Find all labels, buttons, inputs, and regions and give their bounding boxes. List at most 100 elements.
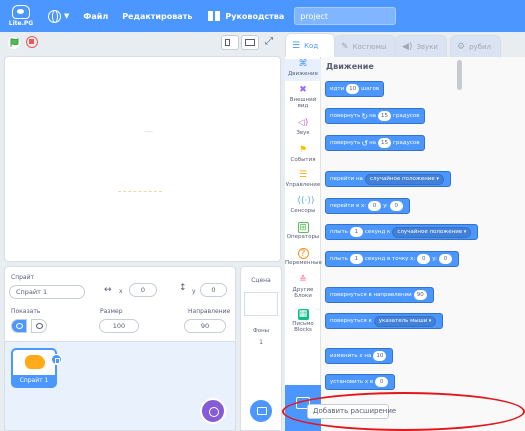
x-input[interactable]: 0 [129, 283, 157, 297]
direction-input[interactable]: 90 [184, 319, 226, 333]
backdrops-label: Фоны [252, 328, 270, 334]
show-sprite-button[interactable] [11, 319, 27, 333]
category-pen[interactable]: ▦ Письмо Blocks [285, 309, 321, 333]
stop-button[interactable] [26, 36, 38, 48]
add-sprite-button[interactable] [200, 398, 226, 424]
sprite-name-input[interactable]: Спрайт 1 [9, 285, 85, 299]
large-stage-button[interactable] [241, 35, 259, 50]
small-stage-button[interactable] [221, 35, 239, 50]
category-sound[interactable]: ◁) Звук [285, 118, 321, 136]
category-label: Сенсоры [290, 208, 316, 214]
block-dropdown[interactable]: случайное положение [364, 173, 444, 185]
y-arrows-icon: ↕ [179, 283, 187, 293]
variables-icon: ? [297, 248, 309, 259]
category-variables[interactable]: ? Переменные [285, 248, 322, 266]
block-change-x[interactable]: изменить x на 10 [325, 348, 394, 364]
tab-extra[interactable]: ⚙ рубил [450, 35, 501, 57]
rotate-left-icon: ↺ [361, 138, 369, 148]
block-text: повернуть [330, 140, 361, 146]
block-text: перейти в x: [330, 203, 367, 209]
pen-icon: ▦ [297, 309, 309, 320]
eye-off-icon [36, 323, 43, 329]
language-menu[interactable]: ▼ [48, 9, 69, 23]
block-goto-xy[interactable]: перейти в x: 0 y: 0 [325, 198, 410, 214]
sprite-tile[interactable]: Спрайт 1 [11, 348, 62, 388]
block-input[interactable]: 10 [346, 84, 360, 94]
block-turn-right[interactable]: повернуть ↻ на 15 градусов [325, 108, 425, 124]
block-input[interactable]: 90 [413, 290, 427, 300]
block-input[interactable]: 0 [368, 201, 382, 211]
category-operators[interactable]: ⊞ Операторы [285, 222, 321, 240]
y-input[interactable]: 0 [200, 283, 227, 297]
block-text: y: [432, 256, 437, 262]
block-input[interactable]: 1 [349, 227, 363, 237]
sprite-label: Спрайт [11, 274, 34, 281]
block-input[interactable]: 1 [349, 254, 363, 264]
block-point-towards[interactable]: повернуться к указатель мыши [325, 313, 444, 329]
block-input[interactable]: 10 [373, 351, 387, 361]
project-title-input[interactable] [294, 7, 397, 25]
category-label: Внешний вид [289, 97, 317, 109]
menu-file[interactable]: Файл [83, 12, 108, 21]
menu-tutorials[interactable]: Руководства [208, 11, 284, 21]
block-set-x[interactable]: установить x в 0 [325, 374, 396, 390]
category-label: Операторы [286, 234, 320, 240]
fullscreen-button[interactable]: ⤢ [262, 35, 280, 50]
tab-costumes[interactable]: ✎ Костюмы [334, 35, 396, 57]
stage-pane-title: Сцена [251, 277, 271, 284]
block-dropdown[interactable]: указатель мыши [373, 315, 437, 327]
sensing-icon: ((·)) [297, 196, 315, 206]
block-input[interactable]: 0 [417, 254, 431, 264]
tab-code-label: Код [304, 41, 319, 50]
app-logo[interactable]: Lite.PG [6, 0, 36, 32]
block-text: y: [383, 203, 388, 209]
speaker-icon: ◀) [402, 41, 413, 52]
tab-extra-label: рубил [469, 42, 492, 51]
small-stage-icon [225, 39, 230, 46]
category-sensing[interactable]: ((·)) Сенсоры [285, 196, 321, 214]
stage-canvas[interactable] [4, 56, 281, 262]
block-input[interactable]: 15 [378, 138, 392, 148]
block-glide-xy[interactable]: плыть 1 секунд в точку x: 0 y: 0 [325, 251, 459, 267]
operators-icon: ⊞ [297, 222, 309, 233]
sprite-shadow [145, 128, 153, 132]
block-goto[interactable]: перейти на случайное положение [325, 171, 451, 187]
block-point-direction[interactable]: повернуться в направлении 90 [325, 287, 434, 303]
category-events[interactable]: ⚑ События [285, 145, 321, 163]
block-text: перейти на [330, 176, 363, 182]
sound-icon: ◁) [297, 118, 309, 128]
tab-sounds[interactable]: ◀) Звуки [395, 35, 447, 57]
sprite-on-stage[interactable] [118, 178, 162, 192]
block-input[interactable]: 0 [375, 377, 389, 387]
size-input[interactable]: 100 [99, 319, 139, 333]
add-backdrop-button[interactable] [248, 398, 274, 424]
y-label: y [192, 288, 196, 295]
green-flag-icon[interactable] [8, 37, 20, 49]
block-text: шагов [361, 86, 380, 92]
block-glide[interactable]: плыть 1 секунд к случайное положение [325, 224, 479, 240]
category-my-blocks[interactable]: ≙ Другие Блоки [285, 275, 321, 299]
logo-text: Lite.PG [8, 20, 34, 27]
delete-sprite-icon[interactable] [51, 354, 62, 365]
block-input[interactable]: 0 [389, 201, 403, 211]
tab-code[interactable]: ☰ Код [285, 33, 335, 57]
block-text: градусов [393, 113, 420, 119]
block-move-steps[interactable]: идти 10 шагов [325, 81, 385, 97]
menu-edit[interactable]: Редактировать [122, 12, 192, 21]
motion-icon: ⌘ [298, 59, 308, 69]
block-turn-left[interactable]: повернуть ↺ на 15 градусов [325, 135, 425, 151]
palette-scrollbar[interactable] [457, 60, 462, 90]
category-motion[interactable]: ⌘ Движение [285, 59, 321, 81]
block-input[interactable]: 15 [378, 111, 392, 121]
category-control[interactable]: ☰ Управление [285, 170, 321, 188]
block-input[interactable]: 0 [439, 254, 452, 264]
x-arrows-icon: ↔ [104, 285, 112, 295]
block-text: плыть [330, 229, 348, 235]
brush-icon: ✎ [341, 41, 349, 52]
show-label: Показать [11, 308, 41, 315]
block-dropdown[interactable]: случайное положение [392, 226, 472, 238]
category-looks[interactable]: ✖ Внешний вид [285, 85, 321, 109]
looks-icon: ✖ [299, 85, 307, 95]
block-text: секунд к [364, 229, 391, 235]
hide-sprite-button[interactable] [31, 319, 47, 333]
